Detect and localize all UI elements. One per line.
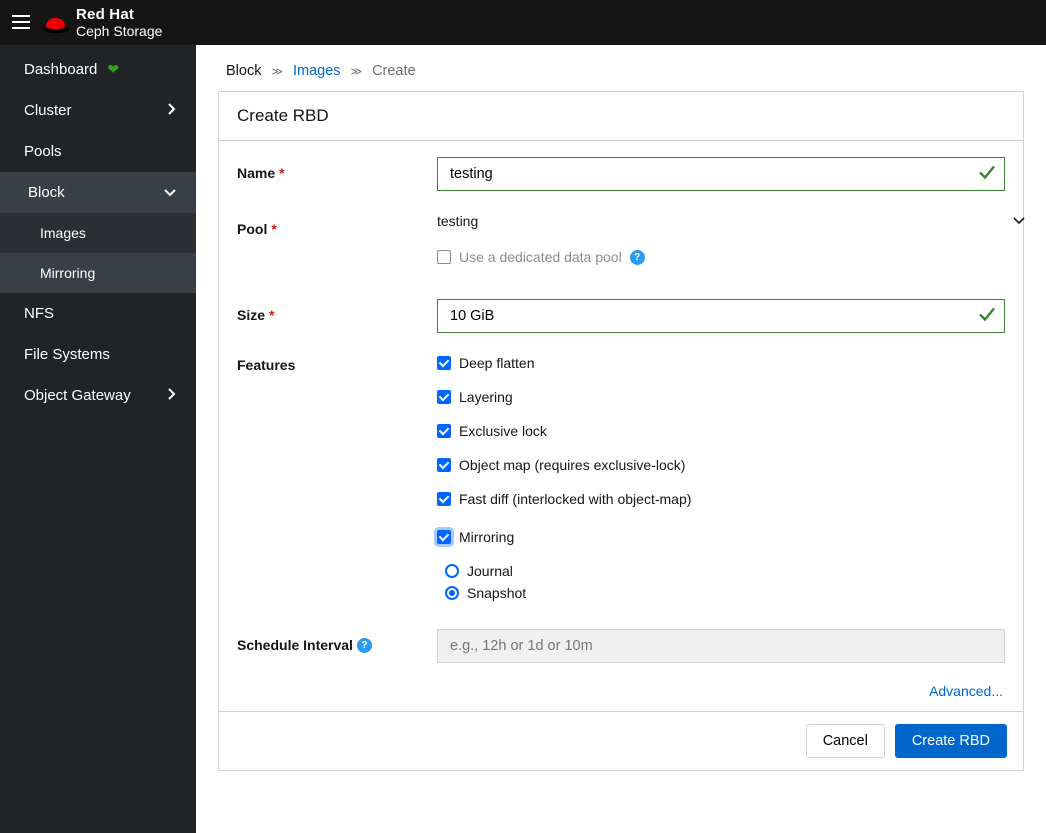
chevron-right-icon (168, 103, 176, 118)
sidebar-item-pools[interactable]: Pools (0, 131, 196, 172)
feature-label: Exclusive lock (459, 423, 547, 439)
sidebar-item-label: Block (28, 184, 65, 201)
sidebar-item-filesystems[interactable]: File Systems (0, 334, 196, 375)
sidebar-item-images[interactable]: Images (0, 213, 196, 253)
sidebar-item-label: Cluster (24, 102, 72, 119)
breadcrumb-link-images[interactable]: Images (293, 63, 341, 79)
mirroring-snapshot-radio[interactable] (445, 586, 459, 600)
sidebar: Dashboard ❤ Cluster Pools Block Images M… (0, 45, 196, 833)
help-icon[interactable]: ? (357, 638, 372, 653)
redhat-icon (42, 13, 68, 33)
sidebar-item-block[interactable]: Block (0, 172, 196, 213)
check-icon (979, 308, 995, 325)
sidebar-item-nfs[interactable]: NFS (0, 293, 196, 334)
heartbeat-icon: ❤ (107, 61, 119, 78)
chevron-right-icon: ≫ (351, 65, 363, 78)
feature-objectmap-checkbox[interactable] (437, 458, 451, 472)
cancel-button[interactable]: Cancel (806, 724, 885, 758)
schedule-interval-input[interactable] (437, 629, 1005, 663)
sidebar-item-label: Dashboard (24, 61, 97, 78)
sidebar-item-label: Pools (24, 143, 62, 160)
feature-label: Fast diff (interlocked with object-map) (459, 491, 691, 507)
mirroring-journal-radio[interactable] (445, 564, 459, 578)
breadcrumb-current: Create (372, 63, 416, 79)
sidebar-item-objectgateway[interactable]: Object Gateway (0, 375, 196, 416)
sidebar-item-mirroring[interactable]: Mirroring (0, 253, 196, 293)
create-rbd-panel: Create RBD Name* (218, 91, 1024, 771)
pool-label: Pool* (237, 213, 437, 237)
pool-select-value: testing (437, 213, 478, 229)
feature-label: Deep flatten (459, 355, 535, 371)
brand-title: Red Hat (76, 7, 162, 23)
pool-select[interactable]: testing (437, 213, 1005, 229)
dedicated-pool-label: Use a dedicated data pool (459, 249, 622, 265)
chevron-down-icon (1013, 214, 1025, 228)
sidebar-item-cluster[interactable]: Cluster (0, 90, 196, 131)
help-icon[interactable]: ? (630, 250, 645, 265)
mirroring-label: Mirroring (459, 529, 514, 545)
check-icon (979, 166, 995, 183)
sidebar-item-dashboard[interactable]: Dashboard ❤ (0, 49, 196, 90)
breadcrumb: Block ≫ Images ≫ Create (196, 45, 1046, 91)
top-bar: Red Hat Ceph Storage (0, 0, 1046, 45)
name-label: Name* (237, 157, 437, 181)
dedicated-pool-checkbox[interactable] (437, 250, 451, 264)
create-rbd-button[interactable]: Create RBD (895, 724, 1007, 758)
feature-layering-checkbox[interactable] (437, 390, 451, 404)
sidebar-item-label: Mirroring (40, 265, 95, 281)
name-input[interactable] (437, 157, 1005, 191)
chevron-right-icon (168, 388, 176, 403)
sidebar-item-label: File Systems (24, 346, 110, 363)
size-input[interactable] (437, 299, 1005, 333)
radio-label: Snapshot (467, 585, 526, 601)
main-content: Block ≫ Images ≫ Create Create RBD Name* (196, 45, 1046, 833)
features-label: Features (237, 355, 437, 373)
feature-label: Layering (459, 389, 513, 405)
menu-toggle-icon[interactable] (12, 13, 30, 33)
mirroring-checkbox[interactable] (437, 530, 451, 544)
brand-logo: Red Hat Ceph Storage (42, 7, 162, 38)
brand-subtitle: Ceph Storage (76, 24, 162, 39)
breadcrumb-root: Block (226, 63, 261, 79)
advanced-link[interactable]: Advanced... (929, 683, 1003, 699)
sidebar-item-label: Images (40, 225, 86, 241)
chevron-down-icon (164, 186, 176, 200)
sidebar-item-label: NFS (24, 305, 54, 322)
feature-fastdiff-checkbox[interactable] (437, 492, 451, 506)
size-label: Size* (237, 299, 437, 323)
chevron-right-icon: ≫ (271, 65, 283, 78)
schedule-label: Schedule Interval ? (237, 629, 437, 653)
sidebar-item-label: Object Gateway (24, 387, 131, 404)
feature-label: Object map (requires exclusive-lock) (459, 457, 685, 473)
feature-deepflatten-checkbox[interactable] (437, 356, 451, 370)
radio-label: Journal (467, 563, 513, 579)
panel-title: Create RBD (219, 92, 1023, 141)
feature-exclusivelock-checkbox[interactable] (437, 424, 451, 438)
